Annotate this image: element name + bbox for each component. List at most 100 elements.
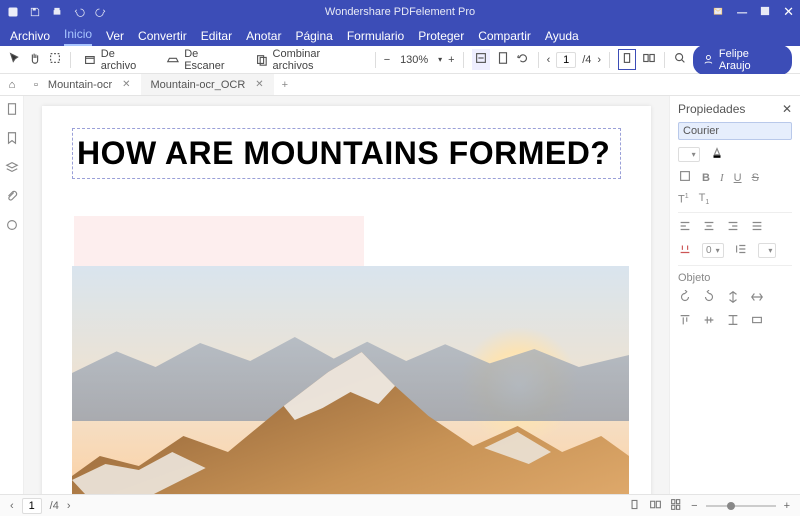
tab-1[interactable]: Mountain-ocr_OCR ✕ [141,74,274,95]
from-file-button[interactable]: De archivo [79,46,156,74]
rotate-left-icon[interactable] [678,290,692,307]
pointer-tool-icon[interactable] [8,51,22,68]
align-middle-icon[interactable] [702,313,716,330]
home-tab-icon[interactable]: ⌂ [0,79,24,91]
menu-proteger[interactable]: Proteger [418,29,464,46]
tab-label: Mountain-ocr [48,79,112,91]
view-mode-3-icon[interactable] [670,498,683,514]
char-spacing-input[interactable]: 0▾ [702,243,724,258]
rotate-right-icon[interactable] [702,290,716,307]
align-center-icon[interactable] [702,219,716,236]
combine-files-button[interactable]: Combinar archivos [251,46,367,74]
zoom-out-button[interactable]: − [384,54,390,66]
properties-panel: Propiedades ✕ Courier ▾ B I U S T1 T1 [670,96,800,494]
distribute-icon[interactable] [726,313,740,330]
border-icon[interactable] [678,169,692,186]
page: HOW ARE MOUNTAINS FORMED? [42,106,651,494]
line-spacing-icon[interactable] [734,242,748,259]
fit-width-icon[interactable] [472,49,490,70]
undo-icon[interactable] [72,5,86,19]
attachments-icon[interactable] [5,189,19,206]
toolbar: De archivo De Escaner Combinar archivos … [0,46,800,74]
next-page-button[interactable]: › [597,54,601,66]
document-tabbar: ⌂ ▫ Mountain-ocr ✕ Mountain-ocr_OCR ✕ + [0,74,800,96]
menu-pagina[interactable]: Página [295,29,332,46]
print-icon[interactable] [50,5,64,19]
statusbar: ‹ /4 › − + [0,494,800,516]
menu-formulario[interactable]: Formulario [347,29,404,46]
close-panel-icon[interactable]: ✕ [782,102,792,116]
bold-button[interactable]: B [702,172,710,184]
close-icon[interactable]: ✕ [255,79,263,90]
status-prev-page[interactable]: ‹ [10,500,14,512]
zoom-value[interactable]: 130% [396,54,432,66]
status-zoom-out[interactable]: − [691,500,697,512]
user-button[interactable]: Felipe Araujo [693,45,792,75]
font-color-icon[interactable] [710,146,724,163]
status-zoom-in[interactable]: + [784,500,790,512]
bookmarks-icon[interactable] [5,131,19,148]
tab-doc-icon: ▫ [34,79,38,91]
superscript-button[interactable]: T1 [678,193,689,206]
zoom-slider[interactable] [706,505,776,507]
status-page-input[interactable] [22,498,42,514]
strike-button[interactable]: S [752,172,759,184]
align-right-icon[interactable] [726,219,740,236]
from-scanner-button[interactable]: De Escaner [162,46,244,74]
app-title: Wondershare PDFelement Pro [325,6,475,18]
italic-button[interactable]: I [720,172,724,184]
menu-anotar[interactable]: Anotar [246,29,281,46]
underline-button[interactable]: U [734,172,742,184]
status-page-total: /4 [50,500,59,512]
menu-inicio[interactable]: Inicio [64,27,92,46]
menu-ayuda[interactable]: Ayuda [545,29,579,46]
headline-textbox[interactable]: HOW ARE MOUNTAINS FORMED? [72,128,621,179]
flip-vertical-icon[interactable] [726,290,740,307]
fit-page-icon[interactable] [496,51,510,68]
rotate-icon[interactable] [516,51,530,68]
hand-tool-icon[interactable] [28,51,42,68]
properties-title: Propiedades [678,102,745,116]
status-next-page[interactable]: › [67,500,71,512]
flip-horizontal-icon[interactable] [750,290,764,307]
view-mode-2-icon[interactable] [649,498,662,514]
align-top-icon[interactable] [678,313,692,330]
align-left-icon[interactable] [678,219,692,236]
notification-icon[interactable] [711,5,725,19]
thumbnails-icon[interactable] [5,102,19,119]
view-mode-1-icon[interactable] [628,498,641,514]
menu-archivo[interactable]: Archivo [10,29,50,46]
menu-ver[interactable]: Ver [106,29,124,46]
comments-icon[interactable] [5,218,19,235]
close-icon[interactable]: ✕ [122,79,130,90]
select-tool-icon[interactable] [48,51,62,68]
prev-page-button[interactable]: ‹ [547,54,551,66]
new-tab-button[interactable]: + [274,79,296,91]
layers-icon[interactable] [5,160,19,177]
close-button[interactable]: ✕ [783,4,794,20]
align-justify-icon[interactable] [750,219,764,236]
menu-compartir[interactable]: Compartir [478,29,531,46]
more-align-icon[interactable] [750,313,764,330]
page-input[interactable] [556,52,576,68]
zoom-dropdown-icon[interactable]: ▾ [438,55,442,64]
subscript-button[interactable]: T1 [699,192,710,206]
minimize-button[interactable]: ─ [737,4,747,20]
view-single-icon[interactable] [618,49,636,70]
canvas-area[interactable]: HOW ARE MOUNTAINS FORMED? [24,96,670,494]
menu-convertir[interactable]: Convertir [138,29,187,46]
maximize-button[interactable] [759,5,771,20]
line-spacing-input[interactable]: ▾ [758,243,777,258]
tab-0[interactable]: ▫ Mountain-ocr ✕ [24,74,141,95]
view-double-icon[interactable] [642,51,656,68]
font-family-select[interactable]: Courier [678,122,792,140]
tab-label: Mountain-ocr_OCR [151,79,246,91]
zoom-in-button[interactable]: + [448,54,454,66]
save-icon[interactable] [28,5,42,19]
char-spacing-icon [678,242,692,259]
page-total: /4 [582,54,591,66]
font-size-input[interactable]: ▾ [678,147,700,162]
search-icon[interactable] [673,51,687,68]
redo-icon[interactable] [94,5,108,19]
menu-editar[interactable]: Editar [201,29,232,46]
